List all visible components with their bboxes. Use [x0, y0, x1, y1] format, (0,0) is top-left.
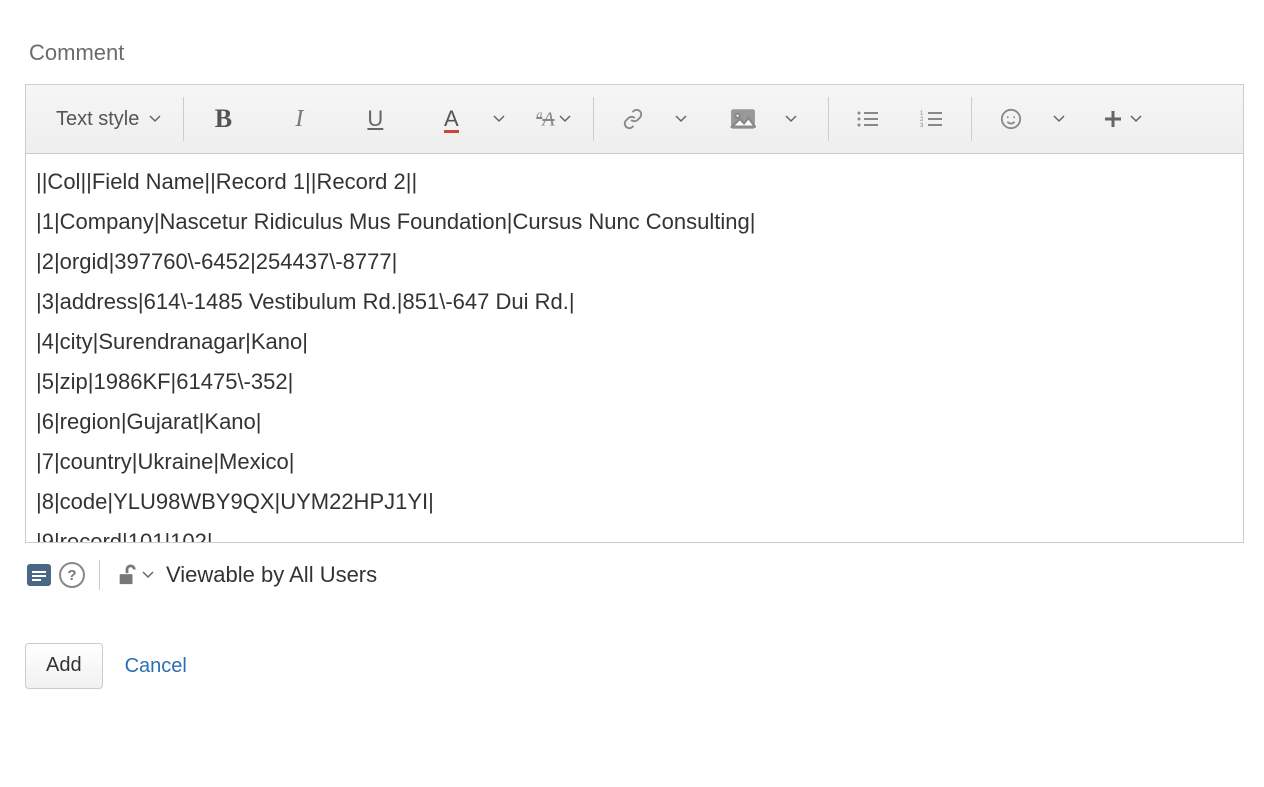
chevron-down-icon — [1053, 115, 1065, 123]
editor-toolbar: Text style B I U A — [26, 85, 1243, 154]
emoji-dropdown[interactable] — [1034, 99, 1080, 139]
lines-icon — [31, 569, 47, 581]
rich-text-editor: Text style B I U A — [25, 84, 1244, 543]
bullet-list-button[interactable] — [845, 99, 891, 139]
bold-button[interactable]: B — [200, 99, 246, 139]
svg-text:3: 3 — [920, 123, 924, 129]
visual-mode-button[interactable] — [27, 564, 51, 586]
link-dropdown[interactable] — [656, 99, 702, 139]
image-icon — [730, 108, 756, 130]
chevron-down-icon — [559, 115, 571, 123]
visibility-label: Viewable by All Users — [166, 562, 377, 588]
text-color-icon: A — [444, 106, 459, 133]
chevron-down-icon — [142, 571, 154, 579]
emoji-button[interactable] — [988, 99, 1034, 139]
text-color-button[interactable]: A — [428, 99, 474, 139]
editor-line: ||Col||Field Name||Record 1||Record 2|| — [36, 162, 1233, 202]
numbered-list-button[interactable]: 1 2 3 — [909, 99, 955, 139]
text-style-dropdown[interactable]: Text style — [50, 99, 167, 139]
separator — [99, 560, 100, 590]
chevron-down-icon — [785, 115, 797, 123]
numbered-list-icon: 1 2 3 — [920, 109, 944, 129]
text-style-label: Text style — [56, 108, 145, 131]
visibility-dropdown[interactable] — [114, 555, 156, 595]
editor-line: |2|orgid|397760\-6452|254437\-8777| — [36, 242, 1233, 282]
editor-line: |1|Company|Nascetur Ridiculus Mus Founda… — [36, 202, 1233, 242]
editor-textarea[interactable]: ||Col||Field Name||Record 1||Record 2|||… — [26, 154, 1243, 542]
unlock-icon — [116, 563, 138, 587]
plus-icon — [1104, 110, 1122, 128]
chevron-down-icon — [493, 115, 505, 123]
italic-button[interactable]: I — [276, 99, 322, 139]
link-icon — [621, 108, 645, 130]
editor-footer: ? Viewable by All Users — [25, 543, 1244, 595]
cancel-link[interactable]: Cancel — [125, 655, 187, 678]
editor-line: |9|record|101|102| — [36, 522, 1233, 542]
insert-more-button[interactable] — [1098, 99, 1148, 139]
link-button[interactable] — [610, 99, 656, 139]
editor-line: |3|address|614\-1485 Vestibulum Rd.|851\… — [36, 282, 1233, 322]
chevron-down-icon — [675, 115, 687, 123]
bullet-list-icon — [856, 109, 880, 129]
editor-line: |5|zip|1986KF|61475\-352| — [36, 362, 1233, 402]
chevron-down-icon — [1130, 115, 1142, 123]
text-color-dropdown[interactable] — [474, 99, 520, 139]
question-icon: ? — [67, 567, 76, 584]
editor-line: |8|code|YLU98WBY9QX|UYM22HPJ1YI| — [36, 482, 1233, 522]
chevron-down-icon — [149, 115, 161, 123]
add-button[interactable]: Add — [25, 643, 103, 689]
underline-icon: U — [367, 106, 383, 132]
image-button[interactable] — [720, 99, 766, 139]
comment-label: Comment — [29, 40, 1244, 66]
image-dropdown[interactable] — [766, 99, 812, 139]
editor-line: |6|region|Gujarat|Kano| — [36, 402, 1233, 442]
editor-line: |7|country|Ukraine|Mexico| — [36, 442, 1233, 482]
emoji-icon — [1000, 108, 1022, 130]
bold-icon: B — [215, 104, 232, 134]
editor-line: |4|city|Surendranagar|Kano| — [36, 322, 1233, 362]
underline-button[interactable]: U — [352, 99, 398, 139]
form-actions: Add Cancel — [25, 643, 1244, 689]
italic-icon: I — [295, 106, 303, 133]
more-formatting-button[interactable]: aA — [530, 99, 576, 139]
clear-formatting-icon: aA — [536, 107, 554, 132]
help-button[interactable]: ? — [59, 562, 85, 588]
